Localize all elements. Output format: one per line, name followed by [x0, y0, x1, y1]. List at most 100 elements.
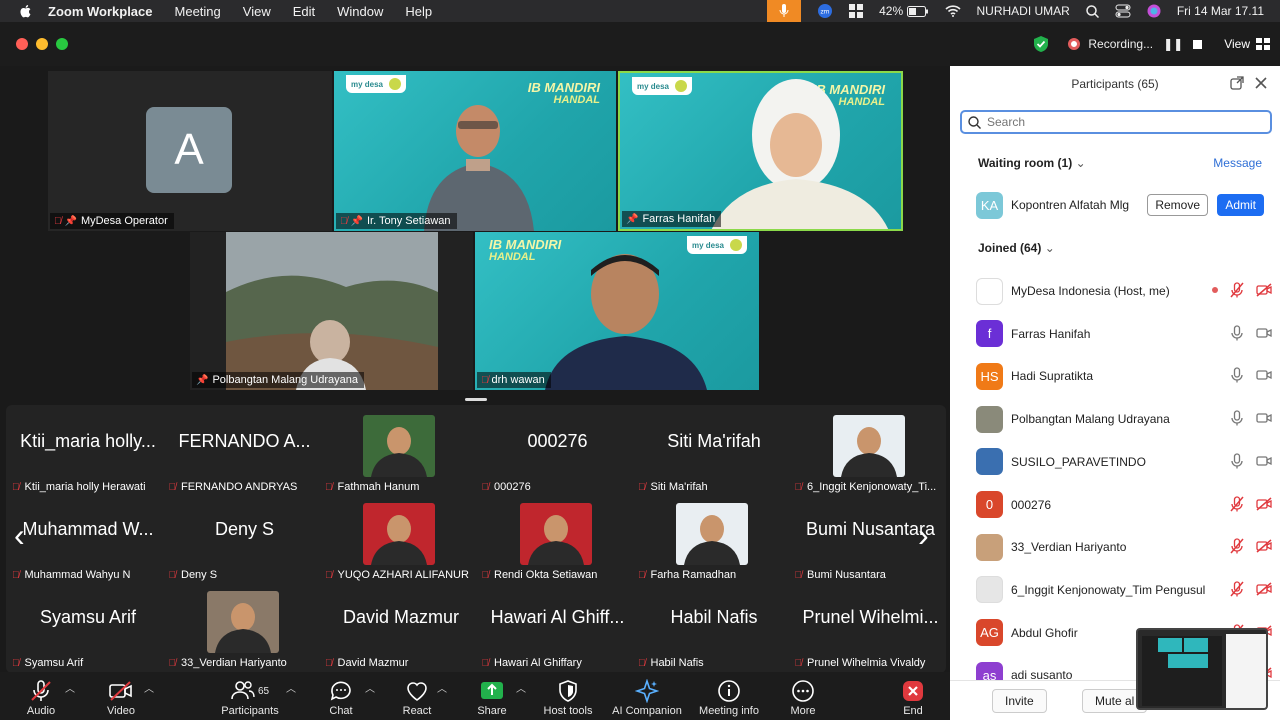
joined-header[interactable]: Joined (64) ⌄	[978, 241, 1055, 255]
mic-muted-icon[interactable]	[1230, 495, 1244, 512]
gallery-tile[interactable]: 🎙̸ YUQO AZHARI ALIFANUR	[323, 495, 479, 583]
more-button[interactable]: More	[788, 672, 818, 720]
share-options-chevron-icon[interactable]: ︿	[516, 680, 526, 695]
menu-view[interactable]: View	[243, 4, 271, 19]
wifi-icon[interactable]	[944, 5, 961, 17]
video-tile-polbangtan[interactable]: 📌 Polbangtan Malang Udrayana	[190, 232, 473, 390]
participant-search[interactable]	[960, 110, 1272, 134]
spotlight-search-icon[interactable]	[1086, 4, 1099, 18]
mic-in-use-icon[interactable]	[767, 0, 802, 22]
view-button[interactable]: View	[1224, 37, 1270, 51]
react-options-chevron-icon[interactable]: ︿	[437, 680, 447, 695]
audio-button[interactable]: Audio	[22, 672, 60, 720]
gallery-resize-handle[interactable]	[465, 398, 487, 401]
battery-status[interactable]: 42%	[879, 4, 928, 18]
participant-row[interactable]: Polbangtan Malang Udrayana	[976, 404, 1272, 434]
gallery-tile[interactable]: Siti Ma'rifah 🎙̸ Siti Ma'rifah	[636, 407, 792, 495]
pause-recording-icon[interactable]: ❚❚	[1163, 37, 1183, 51]
share-button[interactable]: Share	[476, 672, 508, 720]
video-off-icon[interactable]	[1256, 539, 1272, 553]
gallery-tile[interactable]: Habil Nafis 🎙̸ Habil Nafis	[636, 583, 792, 671]
participant-row[interactable]: SUSILO_PARAVETINDO	[976, 447, 1272, 477]
video-button[interactable]: Video	[102, 672, 140, 720]
video-tile-tony-setiawan[interactable]: my desa IB MANDIRI HANDAL 🎙̸ 📌 Ir. Tony Set…	[334, 71, 616, 231]
participants-options-chevron-icon[interactable]: ︿	[286, 680, 296, 695]
video-off-icon[interactable]	[1256, 411, 1272, 425]
pop-out-icon[interactable]	[1230, 76, 1244, 90]
menu-edit[interactable]: Edit	[293, 4, 315, 19]
participant-row[interactable]: f Farras Hanifah	[976, 319, 1272, 349]
zoom-tray-icon[interactable]: zm	[817, 3, 833, 19]
gallery-tile[interactable]: Prunel Wihelmi... 🎙̸ Prunel Wihelmia Vival…	[793, 583, 949, 671]
siri-icon[interactable]	[1147, 4, 1161, 18]
gallery-tile[interactable]: Deny S 🎙̸ Deny S	[167, 495, 323, 583]
self-view-thumbnail[interactable]	[1136, 628, 1268, 710]
video-tile-mydesa-operator[interactable]: A 🎙̸ 📌 MyDesa Operator	[48, 71, 332, 231]
video-tile-drh-wawan[interactable]: IB MANDIRI HANDAL my desa 🎙̸ drh wawan	[475, 232, 759, 390]
search-input[interactable]	[987, 115, 1257, 129]
close-window-button[interactable]	[16, 38, 28, 50]
message-waiting-room-link[interactable]: Message	[1213, 156, 1262, 170]
participants-button[interactable]: 65 Participants	[218, 672, 282, 720]
menu-help[interactable]: Help	[405, 4, 432, 19]
chat-button[interactable]: Chat	[326, 672, 356, 720]
video-off-icon[interactable]	[1256, 454, 1272, 468]
end-meeting-button[interactable]: End	[898, 672, 928, 720]
invite-button[interactable]: Invite	[992, 689, 1047, 713]
participant-row[interactable]: 0 000276	[976, 490, 1272, 520]
waiting-participant-row[interactable]: KA Kopontren Alfatah Mlg Remove Admit	[976, 190, 1272, 220]
gallery-tile[interactable]: Syamsu Arif 🎙̸ Syamsu Arif	[10, 583, 166, 671]
mic-muted-icon[interactable]	[1230, 581, 1244, 597]
chat-options-chevron-icon[interactable]: ︿	[365, 680, 375, 695]
remove-button[interactable]: Remove	[1147, 194, 1208, 216]
next-page-arrow-icon[interactable]: ›	[918, 517, 929, 554]
video-off-icon[interactable]	[1256, 496, 1272, 511]
gallery-tile[interactable]: Ktii_maria holly... 🎙̸ Ktii_maria holly He…	[10, 407, 166, 495]
gallery-tile[interactable]: 000276 🎙̸ 000276	[480, 407, 636, 495]
mic-icon[interactable]	[1230, 410, 1244, 426]
participant-row[interactable]: 6_Inggit Kenjonowaty_Tim Pengusul	[976, 575, 1272, 605]
video-off-icon[interactable]	[1256, 326, 1272, 340]
grid-icon[interactable]	[849, 4, 864, 18]
admit-button[interactable]: Admit	[1217, 194, 1264, 216]
gallery-tile[interactable]: Hawari Al Ghiff... 🎙̸ Hawari Al Ghiffary	[480, 583, 636, 671]
waiting-room-header[interactable]: Waiting room (1) ⌄	[978, 156, 1086, 170]
gallery-tile[interactable]: Muhammad W... 🎙̸ Muhammad Wahyu N	[10, 495, 166, 583]
menu-meeting[interactable]: Meeting	[175, 4, 221, 19]
close-icon[interactable]	[1254, 76, 1268, 90]
stop-recording-icon[interactable]	[1193, 39, 1203, 49]
menu-window[interactable]: Window	[337, 4, 383, 19]
gallery-tile[interactable]: 🎙̸ Farha Ramadhan	[636, 495, 792, 583]
gallery-tile[interactable]: 🎙̸ Fathmah Hanum	[323, 407, 479, 495]
participant-row[interactable]: HS Hadi Supratikta	[976, 361, 1272, 391]
video-off-icon[interactable]	[1256, 283, 1272, 297]
mic-icon[interactable]	[1230, 453, 1244, 469]
ai-companion-button[interactable]: AI Companion	[610, 672, 684, 720]
gallery-tile[interactable]: FERNANDO A... 🎙̸ FERNANDO ANDRYAS	[167, 407, 323, 495]
mic-icon[interactable]	[1230, 325, 1244, 341]
participant-row[interactable]: 33_Verdian Hariyanto	[976, 532, 1272, 562]
recording-indicator[interactable]: Recording... ❚❚	[1060, 32, 1210, 56]
menu-app-name[interactable]: Zoom Workplace	[48, 4, 153, 19]
gallery-tile[interactable]: David Mazmur 🎙̸ David Mazmur	[323, 583, 479, 671]
mic-muted-icon[interactable]	[1230, 538, 1244, 554]
gallery-tile[interactable]: 🎙̸ 33_Verdian Hariyanto	[167, 583, 323, 671]
user-name[interactable]: NURHADI UMAR	[977, 4, 1070, 18]
participant-row[interactable]: MyDesa Indonesia (Host, me)	[976, 276, 1272, 306]
control-center-icon[interactable]	[1115, 4, 1131, 18]
zoom-window-button[interactable]	[56, 38, 68, 50]
clock[interactable]: Fri 14 Mar 17.11	[1177, 4, 1264, 18]
gallery-tile[interactable]: 🎙̸ Rendi Okta Setiawan	[480, 495, 636, 583]
previous-page-arrow-icon[interactable]: ‹	[14, 517, 25, 554]
security-shield-icon[interactable]	[1032, 35, 1050, 53]
video-options-chevron-icon[interactable]: ︿	[144, 680, 154, 695]
video-off-icon[interactable]	[1256, 582, 1272, 596]
gallery-tile[interactable]: 🎙̸ 6_Inggit Kenjonowaty_Ti...	[793, 407, 949, 495]
mic-muted-icon[interactable]	[1230, 282, 1244, 298]
mic-icon[interactable]	[1230, 367, 1244, 383]
video-off-icon[interactable]	[1256, 368, 1272, 382]
meeting-info-button[interactable]: Meeting info	[695, 672, 763, 720]
host-tools-button[interactable]: Host tools	[540, 672, 596, 720]
apple-icon[interactable]	[18, 3, 34, 19]
react-button[interactable]: React	[400, 672, 434, 720]
